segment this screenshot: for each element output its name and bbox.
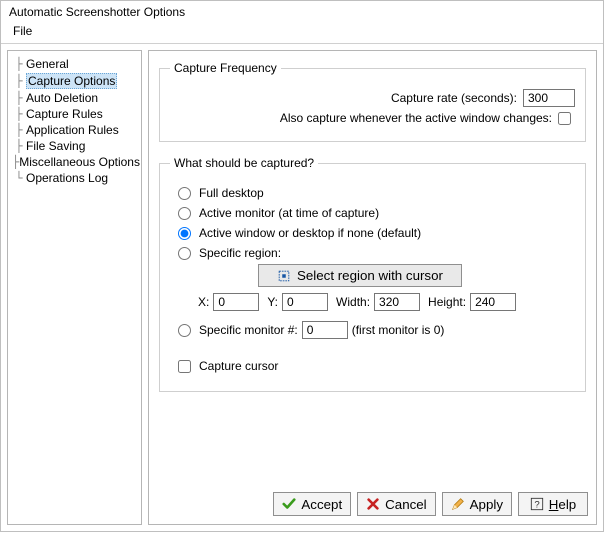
tree-item-label: Miscellaneous Options: [19, 155, 140, 169]
cross-icon: [366, 497, 380, 511]
cancel-label: Cancel: [385, 497, 427, 512]
options-window: Automatic Screenshotter Options File ├Ge…: [0, 0, 604, 532]
radio-specific-monitor[interactable]: [178, 324, 191, 337]
region-width-label: Width:: [336, 295, 370, 309]
apply-button[interactable]: Apply: [442, 492, 512, 516]
what-captured-group: What should be captured? Full desktop Ac…: [159, 156, 586, 392]
region-width-input[interactable]: [374, 293, 420, 311]
category-tree[interactable]: ├General├Capture Options├Auto Deletion├C…: [7, 50, 142, 525]
pencil-icon: [451, 497, 465, 511]
select-region-button[interactable]: Select region with cursor: [258, 264, 462, 287]
cancel-button[interactable]: Cancel: [357, 492, 436, 516]
settings-panel: Capture Frequency Capture rate (seconds)…: [148, 50, 597, 525]
specific-monitor-input[interactable]: [302, 321, 348, 339]
region-y-label: Y:: [267, 295, 278, 309]
tree-item[interactable]: ├General: [10, 56, 139, 72]
capture-frequency-legend: Capture Frequency: [170, 61, 281, 75]
radio-specific-monitor-label: Specific monitor #:: [199, 321, 298, 339]
tree-item[interactable]: ├Application Rules: [10, 122, 139, 138]
help-button[interactable]: ? Help: [518, 492, 588, 516]
tree-item[interactable]: ├Capture Options: [10, 72, 139, 90]
radio-specific-region-label: Specific region:: [199, 244, 281, 262]
tree-item-label: Auto Deletion: [26, 91, 98, 105]
tree-item[interactable]: ├File Saving: [10, 138, 139, 154]
tree-item-label: Capture Options: [26, 73, 117, 89]
region-y-input[interactable]: [282, 293, 328, 311]
tree-item[interactable]: ├Miscellaneous Options: [10, 154, 139, 170]
radio-active-monitor-label: Active monitor (at time of capture): [199, 204, 379, 222]
capture-cursor-label: Capture cursor: [199, 357, 278, 375]
specific-monitor-hint: (first monitor is 0): [352, 321, 445, 339]
menu-file[interactable]: File: [9, 23, 36, 39]
tree-connector-icon: ├: [12, 107, 26, 121]
check-icon: [282, 497, 296, 511]
menubar: File: [1, 21, 603, 44]
accept-label: Accept: [301, 497, 342, 512]
capture-rate-input[interactable]: [523, 89, 575, 107]
tree-item-label: General: [26, 57, 69, 71]
tree-connector-icon: ├: [12, 123, 26, 137]
tree-connector-icon: ├: [12, 91, 26, 105]
capture-cursor-checkbox[interactable]: [178, 360, 191, 373]
help-label: Help: [549, 497, 576, 512]
tree-connector-icon: ├: [12, 139, 26, 153]
dialog-buttons: Accept Cancel Apply ?: [273, 492, 588, 516]
tree-connector-icon: ├: [12, 155, 19, 169]
radio-full-desktop[interactable]: [178, 187, 191, 200]
tree-item-label: Application Rules: [26, 123, 119, 137]
tree-item[interactable]: ├Capture Rules: [10, 106, 139, 122]
radio-full-desktop-label: Full desktop: [199, 184, 264, 202]
tree-item-label: Operations Log: [26, 171, 108, 185]
svg-text:?: ?: [534, 500, 539, 511]
tree-connector-icon: └: [12, 171, 26, 185]
radio-active-monitor[interactable]: [178, 207, 191, 220]
region-height-label: Height:: [428, 295, 466, 309]
capture-frequency-group: Capture Frequency Capture rate (seconds)…: [159, 61, 586, 142]
region-x-label: X:: [198, 295, 209, 309]
accept-button[interactable]: Accept: [273, 492, 351, 516]
tree-item-label: Capture Rules: [26, 107, 103, 121]
tree-connector-icon: ├: [12, 74, 26, 88]
radio-active-window[interactable]: [178, 227, 191, 240]
radio-active-window-label: Active window or desktop if none (defaul…: [199, 224, 421, 242]
body: ├General├Capture Options├Auto Deletion├C…: [1, 44, 603, 531]
crosshair-icon: [277, 269, 291, 283]
region-height-input[interactable]: [470, 293, 516, 311]
region-x-input[interactable]: [213, 293, 259, 311]
window-title: Automatic Screenshotter Options: [1, 1, 603, 21]
help-icon: ?: [530, 497, 544, 511]
tree-connector-icon: ├: [12, 57, 26, 71]
capture-rate-label: Capture rate (seconds):: [391, 91, 517, 105]
radio-specific-region[interactable]: [178, 247, 191, 260]
window-change-checkbox[interactable]: [558, 112, 571, 125]
what-captured-legend: What should be captured?: [170, 156, 318, 170]
apply-label: Apply: [470, 497, 503, 512]
select-region-label: Select region with cursor: [297, 268, 443, 283]
tree-item-label: File Saving: [26, 139, 85, 153]
window-change-label: Also capture whenever the active window …: [280, 111, 552, 125]
tree-item[interactable]: └Operations Log: [10, 170, 139, 186]
tree-item[interactable]: ├Auto Deletion: [10, 90, 139, 106]
